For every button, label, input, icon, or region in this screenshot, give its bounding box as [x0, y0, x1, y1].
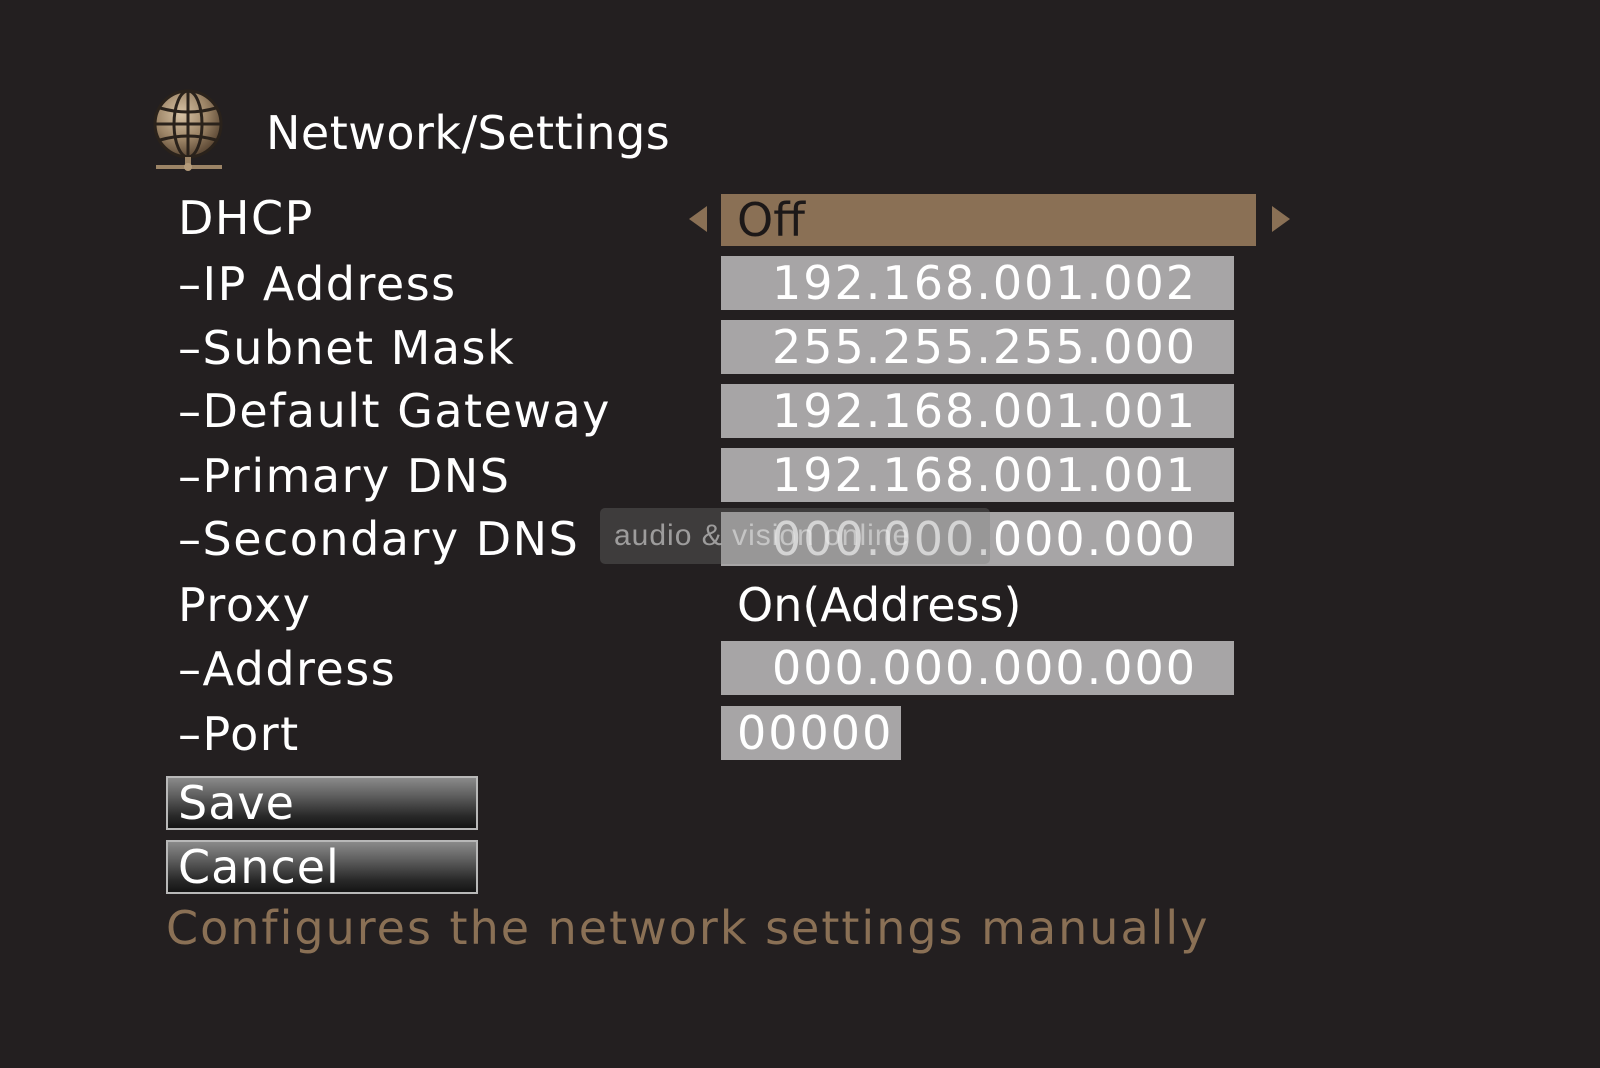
ip-address-field[interactable]: 192.168.001.002: [721, 256, 1234, 310]
default-gateway-label: –Default Gateway: [178, 384, 611, 438]
subnet-mask-field[interactable]: 255.255.255.000: [721, 320, 1234, 374]
watermark: audio & vision online: [600, 508, 990, 564]
ip-address-label: –IP Address: [178, 257, 457, 311]
arrow-left-icon[interactable]: [689, 206, 707, 232]
proxy-port-field[interactable]: 00000: [721, 706, 901, 760]
primary-dns-label: –Primary DNS: [178, 449, 511, 503]
proxy-address-field[interactable]: 000.000.000.000: [721, 641, 1234, 695]
globe-network-icon: [153, 89, 223, 171]
page-title: Network/Settings: [266, 106, 671, 160]
save-button[interactable]: Save: [166, 776, 478, 830]
proxy-address-label: –Address: [178, 642, 397, 696]
proxy-mode-value[interactable]: On(Address): [737, 577, 1021, 633]
proxy-port-label: –Port: [178, 707, 300, 761]
default-gateway-field[interactable]: 192.168.001.001: [721, 384, 1234, 438]
help-text: Configures the network settings manually: [166, 901, 1210, 955]
primary-dns-field[interactable]: 192.168.001.001: [721, 448, 1234, 502]
proxy-label: Proxy: [178, 578, 312, 632]
secondary-dns-label: –Secondary DNS: [178, 512, 580, 566]
dhcp-label: DHCP: [178, 191, 314, 245]
arrow-right-icon[interactable]: [1272, 206, 1290, 232]
cancel-button[interactable]: Cancel: [166, 840, 478, 894]
dhcp-selector[interactable]: Off: [721, 194, 1256, 246]
network-settings-screen: Network/Settings DHCP Off –IP Address 19…: [0, 0, 1600, 1068]
subnet-mask-label: –Subnet Mask: [178, 321, 516, 375]
